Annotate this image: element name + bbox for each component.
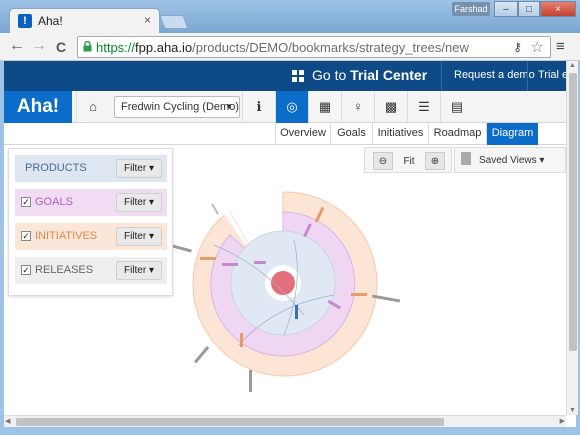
- new-tab-button[interactable]: [159, 15, 189, 29]
- window-frame-bottom: [0, 427, 580, 435]
- aha-favicon-icon: !: [18, 14, 32, 28]
- browser-tab[interactable]: ! Aha! ×: [9, 8, 160, 33]
- close-button[interactable]: ×: [540, 1, 576, 17]
- goals-filter-button[interactable]: Filter ▾: [116, 193, 162, 212]
- initiatives-checkbox[interactable]: ✓: [21, 231, 31, 241]
- goals-label: GOALS: [35, 196, 73, 208]
- back-icon[interactable]: ←: [8, 37, 26, 55]
- app-nav: Aha! ⌂ Fredwin Cycling (Demo) ▼ ℹ ◎ ▦ ♀ ▩…: [4, 91, 576, 123]
- horizontal-scrollbar[interactable]: ◀ ▶: [4, 415, 566, 427]
- saved-views-bar: Saved Views ▾: [454, 147, 566, 173]
- lock-icon: [83, 41, 92, 52]
- header-divider: [441, 61, 442, 91]
- zoom-in-icon[interactable]: ⊕: [425, 152, 445, 170]
- vertical-scrollbar[interactable]: ▲ ▼: [566, 61, 578, 415]
- diagram-canvas[interactable]: PRODUCTS Filter ▾ ✓ GOALS Filter ▾ ✓ INI…: [4, 145, 566, 415]
- fit-button[interactable]: Fit: [395, 152, 423, 170]
- scroll-left-icon[interactable]: ◀: [5, 417, 10, 425]
- scroll-right-icon[interactable]: ▶: [560, 417, 565, 425]
- reload-icon[interactable]: C: [52, 39, 70, 55]
- aha-logo[interactable]: Aha!: [4, 91, 72, 123]
- ideas-icon[interactable]: ♀: [341, 91, 374, 123]
- forward-icon[interactable]: →: [30, 37, 48, 55]
- initiatives-filter-button[interactable]: Filter ▾: [116, 227, 162, 246]
- goals-row: ✓ GOALS Filter ▾: [15, 189, 167, 216]
- app-header: Go to Trial Center Request a demo Trial …: [4, 61, 578, 91]
- tab-initiatives[interactable]: Initiatives: [372, 123, 428, 145]
- tab-goals[interactable]: Goals: [330, 123, 372, 145]
- browser-menu-icon[interactable]: ≡: [556, 38, 565, 55]
- calendar-icon[interactable]: ▦: [308, 91, 341, 123]
- initiatives-label: INITIATIVES: [35, 230, 98, 242]
- products-row: PRODUCTS Filter ▾: [15, 155, 167, 182]
- browser-titlebar: ! Aha! × Farshad – □ ×: [0, 0, 580, 33]
- address-bar[interactable]: https://fpp.aha.io/products/DEMO/bookmar…: [77, 36, 551, 58]
- minimize-button[interactable]: –: [494, 1, 518, 17]
- scroll-up-icon[interactable]: ▲: [569, 62, 576, 69]
- url-text: https://fpp.aha.io/products/DEMO/bookmar…: [96, 40, 469, 55]
- goals-checkbox[interactable]: ✓: [21, 197, 31, 207]
- books-icon[interactable]: ▤: [440, 91, 473, 123]
- user-badge[interactable]: Farshad: [452, 2, 490, 16]
- tab-title: Aha!: [38, 14, 63, 28]
- saved-views-dropdown[interactable]: Saved Views ▾: [479, 155, 544, 166]
- key-icon[interactable]: ⚷: [513, 40, 522, 54]
- maximize-button[interactable]: □: [518, 1, 540, 17]
- releases-checkbox[interactable]: ✓: [21, 265, 31, 275]
- tab-roadmap[interactable]: Roadmap: [428, 123, 486, 145]
- home-icon[interactable]: ⌂: [76, 91, 109, 123]
- sub-tabs: Overview Goals Initiatives Roadmap Diagr…: [4, 123, 576, 145]
- initiatives-row: ✓ INITIATIVES Filter ▾: [15, 223, 167, 250]
- tab-overview[interactable]: Overview: [275, 123, 330, 145]
- strategy-icon[interactable]: ◎: [275, 91, 308, 123]
- zoom-out-icon[interactable]: ⊖: [373, 152, 393, 170]
- product-select[interactable]: Fredwin Cycling (Demo) ▼: [114, 96, 240, 118]
- bookmark-icon: [461, 152, 471, 165]
- request-demo-link[interactable]: Request a demo: [454, 69, 535, 81]
- releases-filter-button[interactable]: Filter ▾: [116, 261, 162, 280]
- layer-filter-panel: PRODUCTS Filter ▾ ✓ GOALS Filter ▾ ✓ INI…: [8, 148, 173, 296]
- grid-icon: [292, 70, 304, 82]
- vertical-scroll-thumb[interactable]: [569, 73, 577, 351]
- tab-close-icon[interactable]: ×: [144, 13, 151, 27]
- horizontal-scroll-thumb[interactable]: [16, 418, 444, 426]
- header-divider: [527, 61, 528, 91]
- products-filter-button[interactable]: Filter ▾: [116, 159, 162, 178]
- zoom-controls: ⊖ Fit ⊕: [364, 147, 452, 173]
- releases-row: ✓ RELEASES Filter ▾: [15, 257, 167, 284]
- browser-toolbar: ← → C https://fpp.aha.io/products/DEMO/b…: [0, 33, 580, 61]
- trial-center-link[interactable]: Go to Trial Center: [312, 67, 427, 83]
- scroll-down-icon[interactable]: ▼: [569, 407, 576, 414]
- chevron-down-icon: ▼: [225, 102, 233, 111]
- releases-label: RELEASES: [35, 264, 94, 276]
- bookmark-star-icon[interactable]: ☆: [531, 38, 544, 56]
- products-label: PRODUCTS: [25, 162, 87, 174]
- notes-icon[interactable]: ☰: [407, 91, 440, 123]
- features-icon[interactable]: ▩: [374, 91, 407, 123]
- tab-diagram[interactable]: Diagram: [486, 123, 538, 145]
- info-icon[interactable]: ℹ: [242, 91, 275, 123]
